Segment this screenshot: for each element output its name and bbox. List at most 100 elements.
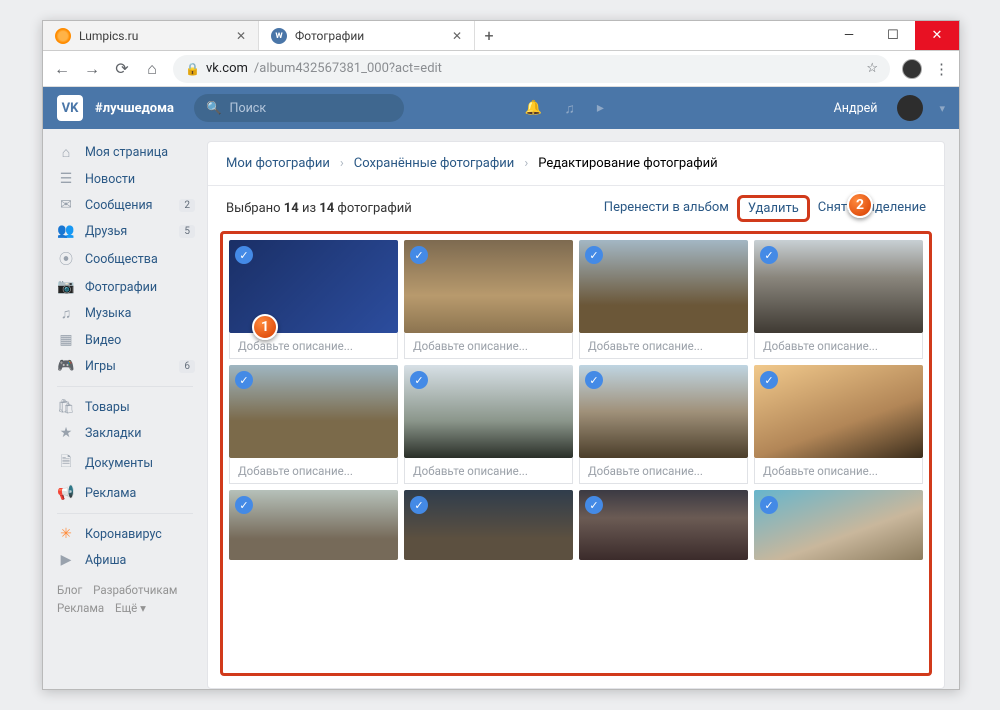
photo-thumb[interactable]: ✓ <box>754 365 923 458</box>
games-icon: 🎮 <box>57 358 75 374</box>
description-input[interactable]: Добавьте описание... <box>404 333 573 359</box>
vk-header: VK #лучшедома 🔍 Поиск 🔔 ♫ ▸ Андрей ▾ <box>43 87 959 129</box>
delete-link[interactable]: Удалить <box>737 195 810 222</box>
divider <box>57 386 193 387</box>
sidebar-item-bookmarks[interactable]: ★Закладки <box>43 420 207 446</box>
photos-icon: 📷 <box>57 279 75 295</box>
footer-link[interactable]: Блог <box>57 583 82 597</box>
close-icon[interactable]: ✕ <box>236 29 246 43</box>
vk-hashtag[interactable]: #лучшедома <box>95 101 174 116</box>
check-icon[interactable]: ✓ <box>410 496 428 514</box>
photo-cell: ✓ <box>229 490 398 560</box>
description-input[interactable]: Добавьте описание... <box>754 333 923 359</box>
chevron-down-icon[interactable]: ▾ <box>939 102 945 115</box>
footer-link[interactable]: Реклама <box>57 601 104 615</box>
nav-back-icon[interactable]: ← <box>53 59 71 79</box>
header-username[interactable]: Андрей <box>834 101 878 116</box>
breadcrumb-link[interactable]: Мои фотографии <box>226 156 330 171</box>
player-icon[interactable]: ▸ <box>597 100 604 117</box>
footer-links: Блог Разработчикам Реклама Ещё ▾ <box>43 573 207 626</box>
sidebar-item-games[interactable]: 🎮Игры6 <box>43 353 207 379</box>
check-icon[interactable]: ✓ <box>585 371 603 389</box>
browser-menu-icon[interactable]: ⋮ <box>934 60 949 78</box>
sidebar-item-friends[interactable]: 👥Друзья5 <box>43 218 207 244</box>
nav-forward-icon[interactable]: → <box>83 59 101 79</box>
check-icon[interactable]: ✓ <box>760 496 778 514</box>
sidebar-item-home[interactable]: ⌂ Моя страница <box>43 139 207 166</box>
description-input[interactable]: Добавьте описание... <box>754 458 923 484</box>
maximize-button[interactable]: ☐ <box>871 21 915 50</box>
sidebar-item-groups[interactable]: ⦿Сообщества <box>43 244 207 274</box>
sidebar-item-afisha[interactable]: ▶Афиша <box>43 547 207 573</box>
music-icon[interactable]: ♫ <box>564 100 575 117</box>
browser-tab-lumpics[interactable]: Lumpics.ru ✕ <box>43 21 259 50</box>
sidebar-item-label: Сообщества <box>85 252 158 267</box>
vk-logo[interactable]: VK <box>57 95 83 121</box>
check-icon[interactable]: ✓ <box>585 246 603 264</box>
sidebar-item-news[interactable]: ☰Новости <box>43 166 207 192</box>
photo-thumb[interactable]: ✓ <box>404 365 573 458</box>
photo-thumb[interactable]: ✓ <box>229 365 398 458</box>
home-icon[interactable]: ⌂ <box>143 59 161 79</box>
bookmark-star-icon[interactable]: ☆ <box>866 61 878 76</box>
new-tab-button[interactable]: + <box>475 21 503 50</box>
callout-2: 2 <box>847 192 873 218</box>
sidebar-item-ads[interactable]: 📢Реклама <box>43 480 207 506</box>
description-input[interactable]: Добавьте описание... <box>579 333 748 359</box>
notifications-icon[interactable]: 🔔 <box>525 100 542 117</box>
description-input[interactable]: Добавьте описание... <box>579 458 748 484</box>
sidebar-item-photos[interactable]: 📷Фотографии <box>43 274 207 300</box>
check-icon[interactable]: ✓ <box>235 246 253 264</box>
header-avatar[interactable] <box>897 95 923 121</box>
description-input[interactable]: Добавьте описание... <box>229 333 398 359</box>
description-input[interactable]: Добавьте описание... <box>229 458 398 484</box>
minimize-button[interactable]: — <box>827 21 871 50</box>
check-icon[interactable]: ✓ <box>410 246 428 264</box>
sidebar-item-video[interactable]: ▦Видео <box>43 327 207 353</box>
check-icon[interactable]: ✓ <box>235 371 253 389</box>
url-host: vk.com <box>206 61 248 76</box>
lock-icon: 🔒 <box>185 62 200 76</box>
sidebar-item-market[interactable]: 🛍Товары <box>43 394 207 420</box>
reload-icon[interactable]: ⟳ <box>113 59 131 78</box>
close-button[interactable]: ✕ <box>915 21 959 50</box>
address-bar[interactable]: 🔒 vk.com/album432567381_000?act=edit ☆ <box>173 55 890 83</box>
photo-thumb[interactable]: ✓ <box>579 490 748 560</box>
check-icon[interactable]: ✓ <box>760 246 778 264</box>
sidebar-item-messages[interactable]: ✉Сообщения2 <box>43 192 207 218</box>
photo-cell: ✓ Добавьте описание... <box>229 365 398 484</box>
photo-cell: ✓ Добавьте описание... <box>579 240 748 359</box>
description-input[interactable]: Добавьте описание... <box>404 458 573 484</box>
sidebar-item-label: Афиша <box>85 553 126 568</box>
move-to-album-link[interactable]: Перенести в альбом <box>604 200 729 217</box>
photo-thumb[interactable]: ✓ <box>579 365 748 458</box>
photo-thumb[interactable]: ✓ <box>404 240 573 333</box>
sidebar-item-label: Моя страница <box>85 145 168 160</box>
sidebar-item-corona[interactable]: ✳Коронавирус <box>43 521 207 547</box>
sidebar-item-docs[interactable]: 🗎Документы <box>43 446 207 480</box>
messages-icon: ✉ <box>57 197 75 213</box>
photo-thumb[interactable]: ✓ <box>579 240 748 333</box>
photo-thumb[interactable]: ✓ <box>229 490 398 560</box>
photo-thumb[interactable]: ✓ <box>404 490 573 560</box>
photo-cell: ✓ Добавьте описание... <box>229 240 398 359</box>
search-input[interactable]: 🔍 Поиск <box>194 94 404 122</box>
home-icon: ⌂ <box>57 144 75 161</box>
breadcrumb-link[interactable]: Сохранённые фотографии <box>354 156 515 171</box>
footer-link[interactable]: Ещё ▾ <box>115 601 146 615</box>
profile-avatar[interactable] <box>902 59 922 79</box>
check-icon[interactable]: ✓ <box>760 371 778 389</box>
search-icon: 🔍 <box>206 101 222 116</box>
close-icon[interactable]: ✕ <box>452 29 462 43</box>
photo-thumb[interactable]: ✓ <box>754 240 923 333</box>
sidebar-item-music[interactable]: ♫Музыка <box>43 300 207 327</box>
check-icon[interactable]: ✓ <box>585 496 603 514</box>
footer-link[interactable]: Разработчикам <box>93 583 177 597</box>
market-icon: 🛍 <box>57 399 75 415</box>
photo-thumb[interactable]: ✓ <box>754 490 923 560</box>
check-icon[interactable]: ✓ <box>235 496 253 514</box>
check-icon[interactable]: ✓ <box>410 371 428 389</box>
browser-tab-vk[interactable]: w Фотографии ✕ <box>259 21 475 50</box>
sidebar-item-label: Видео <box>85 333 121 348</box>
music-icon: ♫ <box>57 305 75 322</box>
